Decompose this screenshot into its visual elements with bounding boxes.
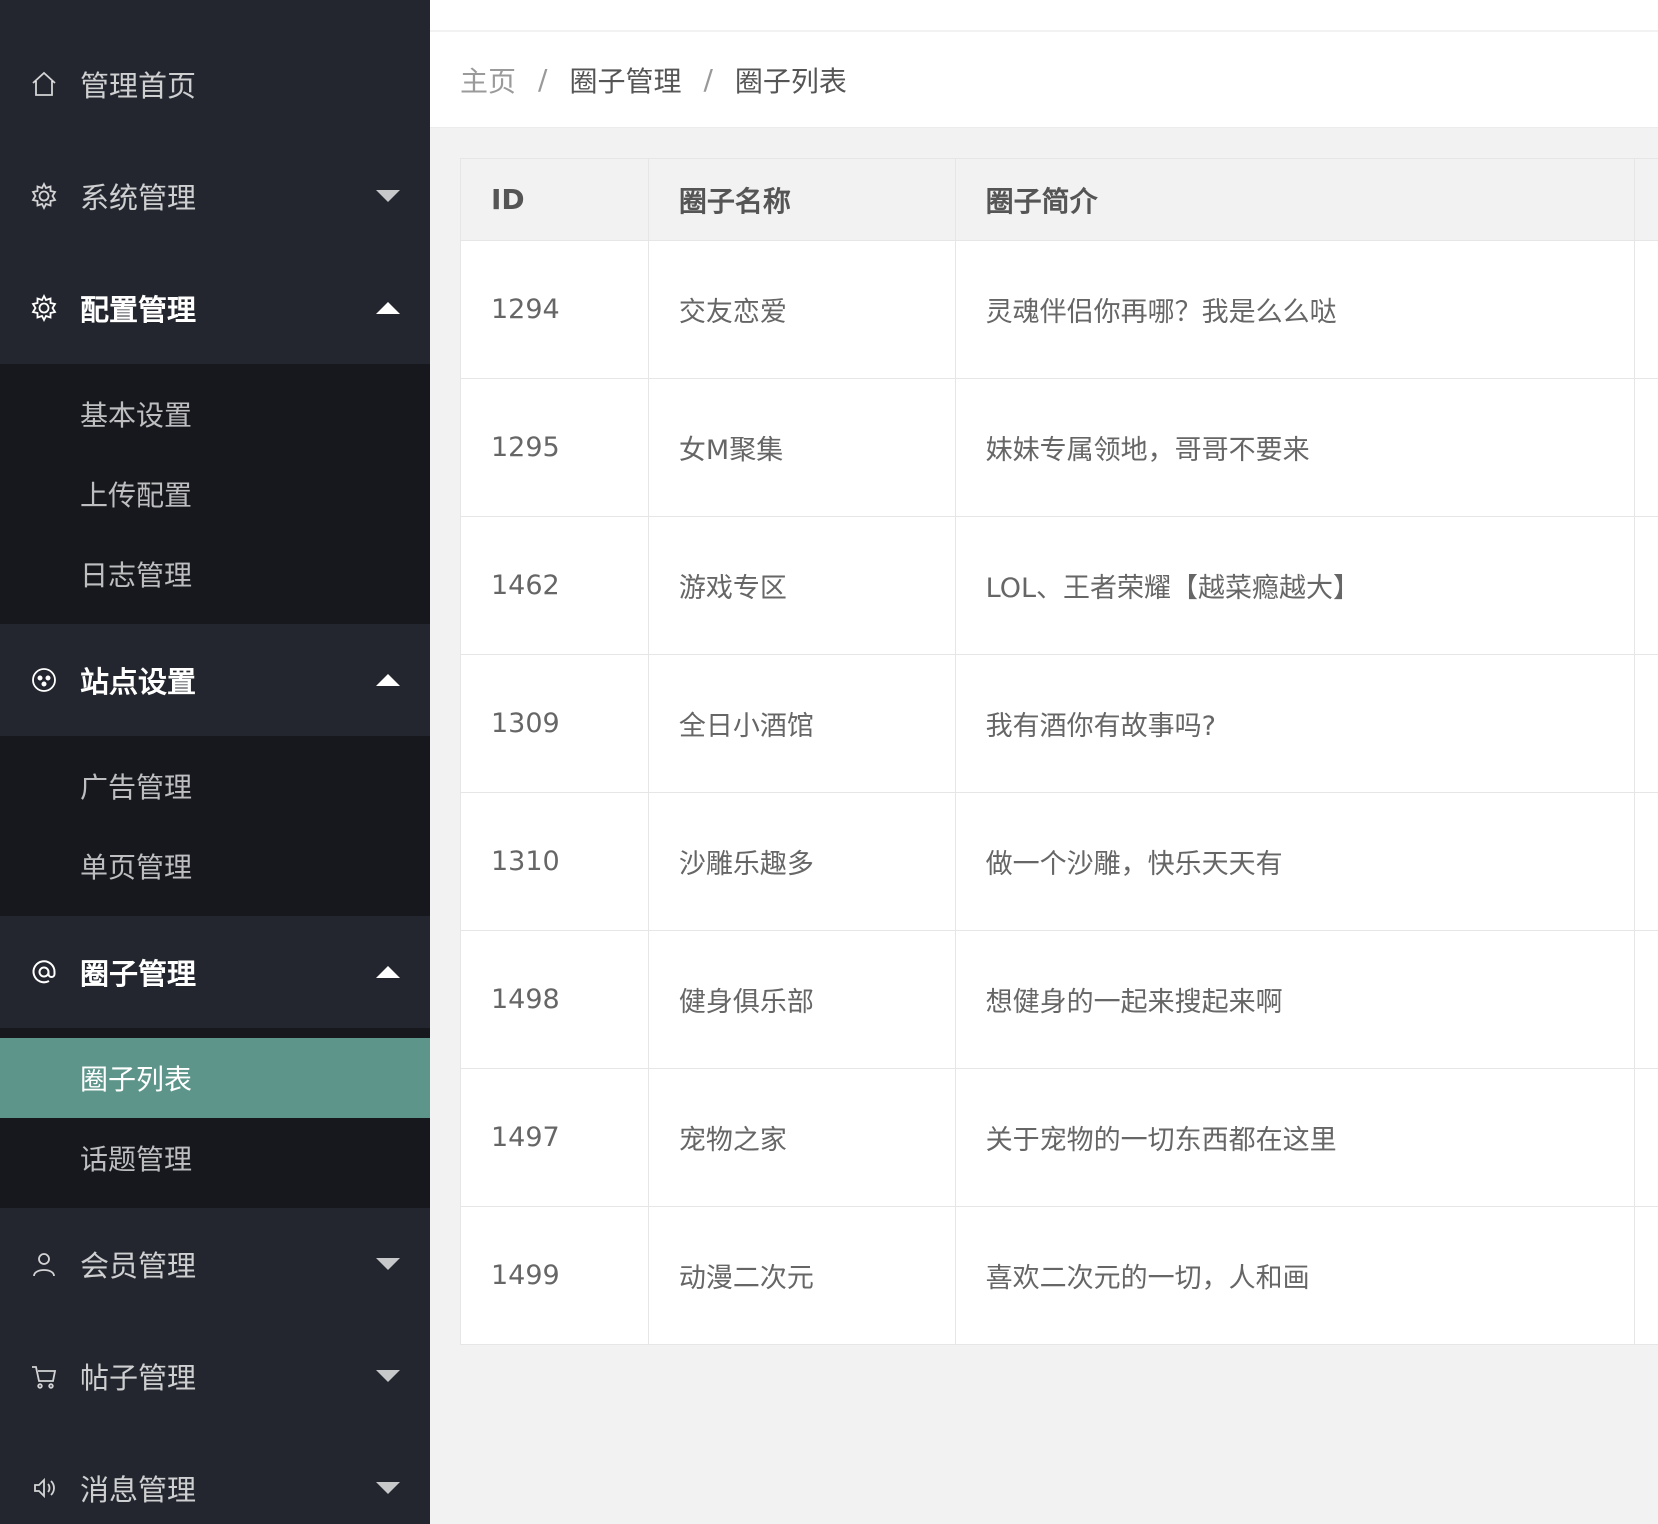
- column-header-overflow: [1634, 158, 1658, 241]
- table-row[interactable]: 1499 动漫二次元 喜欢二次元的一切，人和画: [460, 1206, 1658, 1345]
- home-icon: [28, 68, 60, 100]
- circle-table: ID 圈子名称 圈子简介 1294 交友恋爱 灵魂伴侣你再哪？我是么么哒 129…: [460, 158, 1658, 1345]
- cell-name: 全日小酒馆: [647, 654, 956, 793]
- sub-item-circle-list[interactable]: 圈子列表: [0, 1038, 430, 1118]
- chevron-up-icon: [376, 966, 400, 978]
- cell-description: 想健身的一起来搜起来啊: [954, 930, 1636, 1069]
- sidebar-top-spacer: [0, 0, 430, 28]
- cell-name: 游戏专区: [647, 516, 956, 655]
- circle-table-container: ID 圈子名称 圈子简介 1294 交友恋爱 灵魂伴侣你再哪？我是么么哒 129…: [460, 158, 1658, 1345]
- sub-item-page-management[interactable]: 单页管理: [0, 826, 430, 906]
- cell-id: 1295: [460, 378, 649, 517]
- chevron-up-icon: [376, 302, 400, 314]
- nav-item-system[interactable]: 系统管理: [0, 140, 430, 252]
- nav-item-home[interactable]: 管理首页: [0, 28, 430, 140]
- top-header: [430, 0, 1658, 30]
- breadcrumb-separator: /: [703, 63, 713, 96]
- cell-id: 1309: [460, 654, 649, 793]
- table-row[interactable]: 1497 宠物之家 关于宠物的一切东西都在这里: [460, 1068, 1658, 1207]
- gear-icon: [28, 292, 60, 324]
- cell-overflow: [1634, 654, 1658, 793]
- cell-description: 灵魂伴侣你再哪？我是么么哒: [954, 240, 1636, 379]
- gear-icon: [28, 180, 60, 212]
- cart-icon: [28, 1360, 60, 1392]
- cell-id: 1498: [460, 930, 649, 1069]
- compass-icon: [28, 664, 60, 696]
- breadcrumb-home[interactable]: 主页: [460, 60, 516, 100]
- chevron-down-icon: [376, 190, 400, 202]
- cell-overflow: [1634, 792, 1658, 931]
- cell-id: 1499: [460, 1206, 649, 1345]
- nav-item-circle-management[interactable]: 圈子管理: [0, 916, 430, 1028]
- column-header-name: 圈子名称: [647, 158, 956, 241]
- cell-description: 喜欢二次元的一切，人和画: [954, 1206, 1636, 1345]
- at-icon: [28, 956, 60, 988]
- nav-item-config[interactable]: 配置管理: [0, 252, 430, 364]
- breadcrumb-separator: /: [538, 63, 548, 96]
- sub-item-upload-config[interactable]: 上传配置: [0, 454, 430, 534]
- chevron-down-icon: [376, 1482, 400, 1494]
- speaker-icon: [28, 1472, 60, 1504]
- cell-description: 妹妹专属领地，哥哥不要来: [954, 378, 1636, 517]
- cell-name: 宠物之家: [647, 1068, 956, 1207]
- nav-label-site-settings: 站点设置: [80, 665, 197, 699]
- cell-overflow: [1634, 378, 1658, 517]
- cell-name: 女M聚集: [647, 378, 956, 517]
- submenu-config: 基本设置 上传配置 日志管理: [0, 364, 430, 624]
- cell-name: 交友恋爱: [647, 240, 956, 379]
- sidebar: 管理首页 系统管理 配置管理 基本设置 上传配置 日志管理 站点设置 广告管理 …: [0, 0, 430, 1524]
- cell-id: 1497: [460, 1068, 649, 1207]
- cell-overflow: [1634, 240, 1658, 379]
- cell-description: LOL、王者荣耀【越菜瘾越大】: [954, 516, 1636, 655]
- table-row[interactable]: 1462 游戏专区 LOL、王者荣耀【越菜瘾越大】: [460, 516, 1658, 655]
- column-header-id: ID: [460, 158, 649, 241]
- nav-label-posts: 帖子管理: [80, 1361, 197, 1395]
- breadcrumb-circle-list: 圈子列表: [734, 64, 847, 98]
- sub-item-topic-management[interactable]: 话题管理: [0, 1118, 430, 1198]
- nav-label-members: 会员管理: [80, 1249, 197, 1283]
- sub-item-basic-settings[interactable]: 基本设置: [0, 374, 430, 454]
- sub-item-ad-management[interactable]: 广告管理: [0, 746, 430, 826]
- table-row[interactable]: 1294 交友恋爱 灵魂伴侣你再哪？我是么么哒: [460, 240, 1658, 379]
- table-row[interactable]: 1295 女M聚集 妹妹专属领地，哥哥不要来: [460, 378, 1658, 517]
- cell-description: 我有酒你有故事吗?: [954, 654, 1636, 793]
- cell-overflow: [1634, 1206, 1658, 1345]
- cell-description: 关于宠物的一切东西都在这里: [954, 1068, 1636, 1207]
- cell-name: 动漫二次元: [647, 1206, 956, 1345]
- nav-label-messages: 消息管理: [80, 1473, 197, 1507]
- breadcrumb-circle-management[interactable]: 圈子管理: [569, 60, 681, 100]
- chevron-down-icon: [376, 1258, 400, 1270]
- table-row[interactable]: 1309 全日小酒馆 我有酒你有故事吗?: [460, 654, 1658, 793]
- cell-name: 健身俱乐部: [647, 930, 956, 1069]
- cell-description: 做一个沙雕，快乐天天有: [954, 792, 1636, 931]
- sub-item-log-management[interactable]: 日志管理: [0, 534, 430, 614]
- nav-item-members[interactable]: 会员管理: [0, 1208, 430, 1320]
- table-header-row: ID 圈子名称 圈子简介: [460, 158, 1658, 241]
- table-row[interactable]: 1310 沙雕乐趣多 做一个沙雕，快乐天天有: [460, 792, 1658, 931]
- user-icon: [28, 1248, 60, 1280]
- cell-id: 1462: [460, 516, 649, 655]
- cell-id: 1294: [460, 240, 649, 379]
- cell-overflow: [1634, 1068, 1658, 1207]
- cell-id: 1310: [460, 792, 649, 931]
- nav-label-config: 配置管理: [80, 293, 197, 327]
- cell-overflow: [1634, 516, 1658, 655]
- chevron-up-icon: [376, 674, 400, 686]
- breadcrumb: 主页 / 圈子管理 / 圈子列表: [430, 32, 1658, 128]
- chevron-down-icon: [376, 1370, 400, 1382]
- nav-item-posts[interactable]: 帖子管理: [0, 1320, 430, 1432]
- nav-label-circle-management: 圈子管理: [80, 957, 197, 991]
- cell-name: 沙雕乐趣多: [647, 792, 956, 931]
- table-row[interactable]: 1498 健身俱乐部 想健身的一起来搜起来啊: [460, 930, 1658, 1069]
- submenu-site-settings: 广告管理 单页管理: [0, 736, 430, 916]
- nav-label-home: 管理首页: [80, 69, 197, 103]
- submenu-circle-management: 圈子列表 话题管理: [0, 1028, 430, 1208]
- cell-overflow: [1634, 930, 1658, 1069]
- nav-item-messages[interactable]: 消息管理: [0, 1432, 430, 1524]
- column-header-description: 圈子简介: [954, 158, 1636, 241]
- nav-label-system: 系统管理: [80, 181, 197, 215]
- nav-item-site-settings[interactable]: 站点设置: [0, 624, 430, 736]
